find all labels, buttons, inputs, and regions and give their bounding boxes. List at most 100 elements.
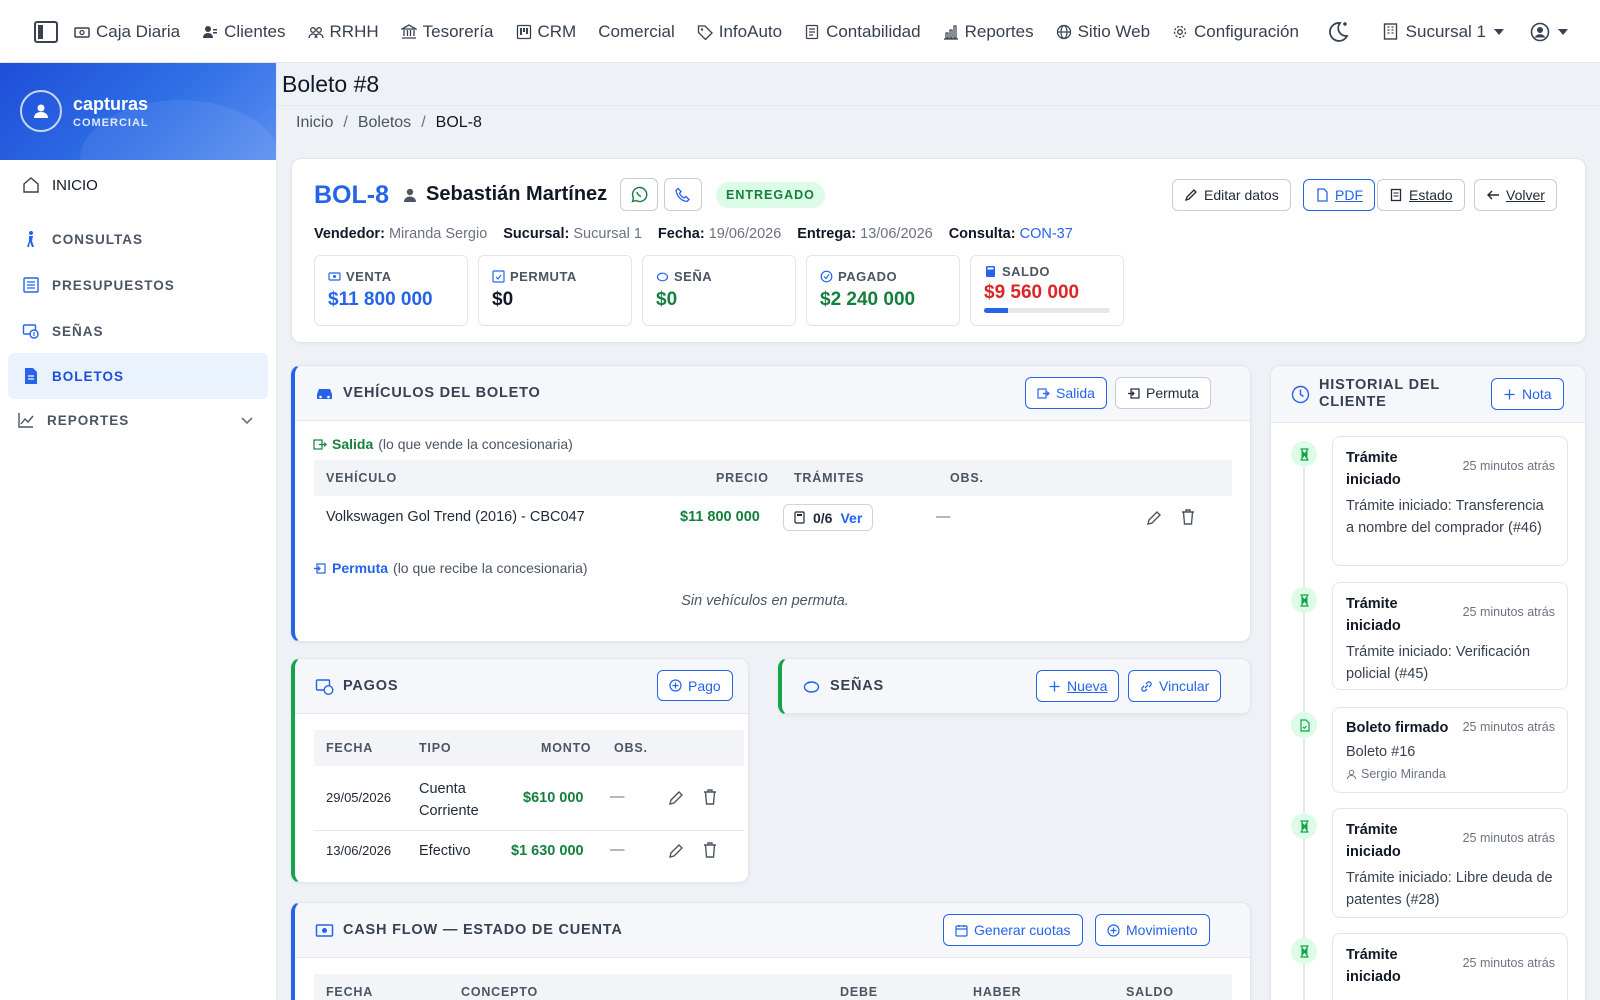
user-menu[interactable] [1530, 22, 1568, 42]
sidebar-item-presupuestos[interactable]: PRESUPUESTOS [8, 262, 268, 308]
pdf-button[interactable]: PDF [1303, 179, 1375, 211]
boleto-code: BOL-8 [314, 181, 389, 209]
trash-icon[interactable] [701, 841, 719, 859]
calendar-icon [955, 924, 968, 937]
branch-label: Sucursal 1 [1405, 21, 1486, 41]
breadcrumb-inicio[interactable]: Inicio [296, 114, 333, 132]
cash-icon [328, 272, 341, 281]
breadcrumb-current: BOL-8 [435, 113, 482, 131]
ledger-icon [805, 24, 819, 39]
swap-icon [492, 270, 505, 283]
theme-moon-icon[interactable] [1325, 19, 1351, 45]
add-movement-button[interactable]: Movimiento [1095, 914, 1210, 946]
sidebar-item-boletos[interactable]: BOLETOS [8, 353, 268, 399]
permuta-empty: Sin vehículos en permuta. [681, 593, 849, 609]
vehiculos-section: VEHÍCULOS DEL BOLETO Salida Permuta Sali… [291, 365, 1251, 642]
calculator-icon [986, 266, 995, 277]
add-note-button[interactable]: Nota [1491, 378, 1564, 410]
hourglass-icon [1291, 441, 1317, 467]
file-icon [25, 368, 37, 384]
history-item: Trámite iniciado 25 minutos atrás [1332, 933, 1568, 1000]
sidebar-toggle-icon[interactable] [34, 21, 58, 43]
nav-comercial[interactable]: Comercial [598, 22, 675, 42]
estado-button[interactable]: Estado [1377, 179, 1465, 211]
edit-pencil-icon[interactable] [667, 842, 685, 860]
stat-sena: SEÑA $0 [642, 255, 796, 326]
car-icon [317, 388, 332, 399]
vehiculos-table-header: VEHÍCULO PRECIO TRÁMITES OBS. [314, 460, 1232, 496]
nav-configuracion[interactable]: Configuración [1172, 22, 1299, 42]
new-sena-button[interactable]: Nueva [1036, 670, 1120, 702]
back-button[interactable]: Volver [1474, 179, 1557, 211]
sidebar-item-reportes[interactable]: REPORTES [8, 397, 268, 443]
add-pago-button[interactable]: Pago [657, 670, 733, 701]
saldo-progress-bar [984, 308, 1110, 313]
edit-data-button[interactable]: Editar datos [1172, 179, 1291, 211]
tramites-badge[interactable]: 0/6 Ver [783, 504, 874, 531]
add-salida-button[interactable]: Salida [1025, 377, 1107, 409]
nav-infoauto[interactable]: InfoAuto [697, 22, 782, 42]
cash-icon [22, 324, 39, 339]
check-circle-icon [820, 270, 833, 283]
meta-consulta-link[interactable]: CON-37 [1020, 226, 1073, 242]
plus-circle-icon [1107, 923, 1120, 937]
sign-in-icon [1128, 387, 1140, 399]
sidebar-item-senas[interactable]: SEÑAS [8, 308, 268, 354]
senas-section: SEÑAS Nueva Vincular [778, 658, 1251, 715]
sign-in-icon [314, 562, 326, 574]
nav-crm[interactable]: CRM [516, 22, 576, 42]
stat-venta-value: $11 800 000 [328, 289, 433, 310]
line-chart-icon [18, 413, 34, 428]
nav-sitio-web[interactable]: Sitio Web [1056, 22, 1150, 42]
main-nav: Caja Diaria Clientes RRHH Tesorería CRM … [74, 0, 1321, 63]
stat-saldo-value: $9 560 000 [984, 282, 1080, 303]
trash-icon[interactable] [1179, 508, 1197, 526]
nav-contabilidad[interactable]: Contabilidad [804, 22, 921, 42]
historial-section: HISTORIAL DEL CLIENTE Nota Trámite inici… [1270, 365, 1586, 1000]
edit-pencil-icon[interactable] [667, 789, 685, 807]
call-button[interactable] [664, 178, 702, 211]
client-name[interactable]: Sebastián Martínez [402, 183, 607, 206]
link-sena-button[interactable]: Vincular [1128, 670, 1222, 702]
vehiculo-name: Volkswagen Gol Trend (2016) - CBC047 [326, 509, 585, 525]
sidebar-item-consultas[interactable]: CONSULTAS [8, 216, 268, 262]
building-icon [1383, 23, 1397, 40]
nav-caja-diaria[interactable]: Caja Diaria [74, 22, 180, 42]
nav-reportes[interactable]: Reportes [943, 22, 1034, 42]
meta-vendedor: Miranda Sergio [388, 226, 488, 242]
cash-icon [315, 923, 334, 937]
nav-tesoreria[interactable]: Tesorería [400, 22, 494, 42]
permuta-note: Permuta (lo que recibe la concesionaria) [313, 560, 588, 576]
document-icon [1390, 188, 1402, 202]
add-permuta-button[interactable]: Permuta [1115, 377, 1211, 409]
globe-icon [1056, 24, 1071, 39]
pagos-section: PAGOS Pago FECHA TIPO MONTO OBS. 29/05/2… [291, 658, 749, 883]
trash-icon[interactable] [701, 788, 719, 806]
chevron-down-icon [1494, 28, 1504, 35]
nav-rrhh[interactable]: RRHH [307, 22, 379, 42]
generate-installments-button[interactable]: Generar cuotas [943, 914, 1083, 946]
stat-saldo: SALDO $9 560 000 [970, 255, 1124, 326]
history-item: Boleto firmado 25 minutos atrás Boleto #… [1332, 707, 1568, 793]
branch-selector[interactable]: Sucursal 1 [1383, 22, 1504, 42]
tramites-ver-link[interactable]: Ver [840, 510, 862, 526]
hourglass-icon [1291, 938, 1317, 964]
calculator-icon [794, 511, 805, 524]
history-item: Trámite iniciado 25 minutos atrás Trámit… [1332, 582, 1568, 690]
stat-sena-value: $0 [656, 289, 678, 310]
history-item: Trámite iniciado 25 minutos atrás Trámit… [1332, 436, 1568, 566]
pencil-icon [1184, 189, 1197, 202]
sidebar: capturas COMERCIAL INICIO CONSULTAS PRES… [0, 63, 277, 1000]
page-title: Boleto #8 [282, 71, 380, 97]
breadcrumb-boletos[interactable]: Boletos [358, 114, 411, 132]
sidebar-item-inicio[interactable]: INICIO [8, 162, 268, 208]
meta-sucursal: Sucursal 1 [573, 226, 642, 242]
tag-icon [697, 24, 713, 40]
nav-clientes[interactable]: Clientes [202, 22, 286, 42]
sign-out-icon [313, 438, 327, 450]
main-content: Boleto #8 Inicio / Boletos / BOL-8 BOL-8… [277, 63, 1600, 1000]
whatsapp-button[interactable] [620, 178, 658, 211]
whatsapp-icon [630, 186, 647, 203]
edit-pencil-icon[interactable] [1145, 509, 1163, 527]
stat-pagado: PAGADO $2 240 000 [806, 255, 960, 326]
